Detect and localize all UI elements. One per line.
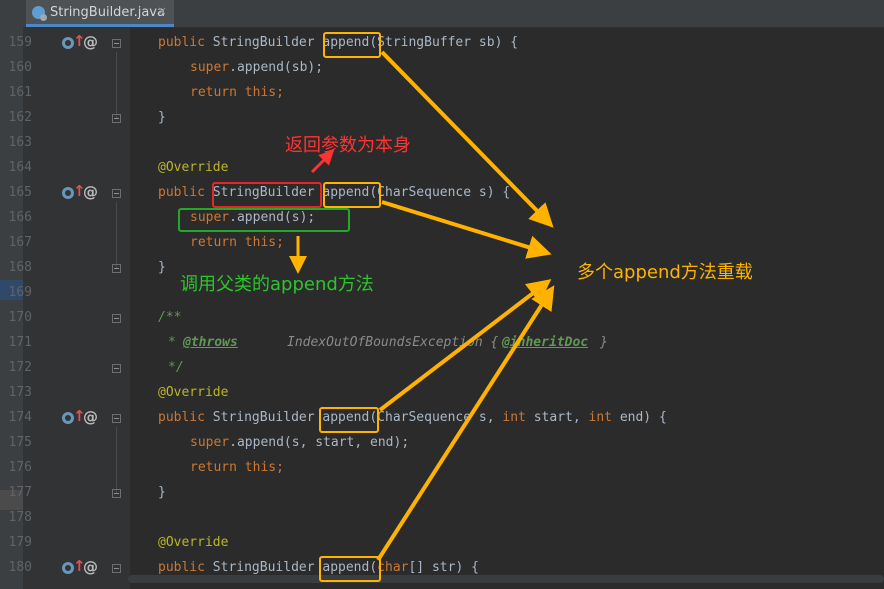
arrow-to-note (376, 285, 555, 562)
orange-arrows (289, 50, 555, 562)
note-overloads: 多个append方法重载 (577, 262, 753, 283)
note-return-self: 返回参数为本身 (285, 135, 411, 156)
annotation-arrows (289, 50, 555, 562)
note-call-parent: 调用父类的append方法 (180, 274, 374, 295)
arrow-to-note (381, 200, 552, 259)
arrow-to-note (378, 279, 552, 412)
